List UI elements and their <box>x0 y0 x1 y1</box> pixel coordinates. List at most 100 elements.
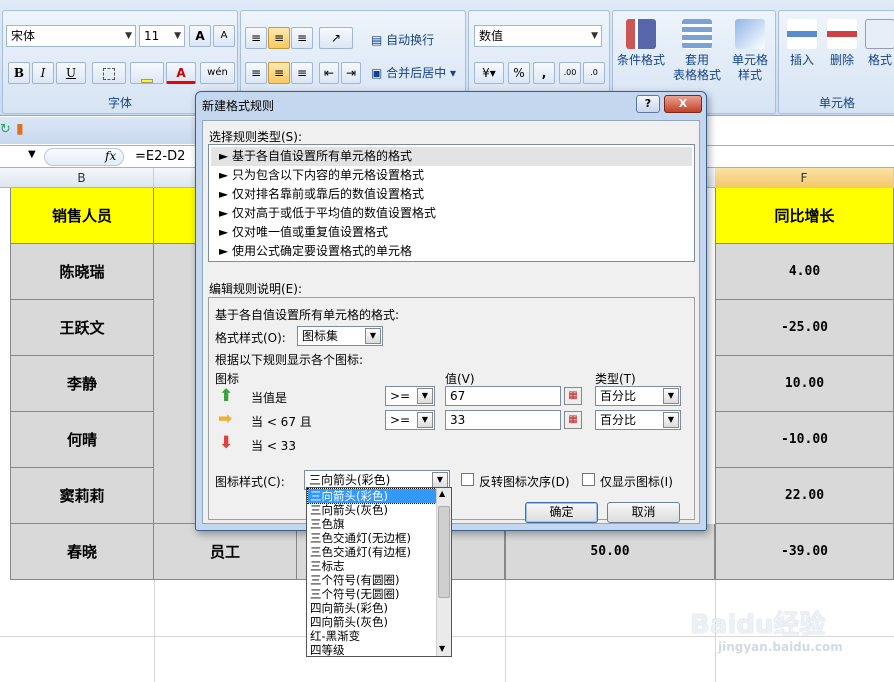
scroll-up-icon[interactable]: ▲ <box>439 489 445 498</box>
reverse-order-checkbox[interactable] <box>461 473 474 486</box>
ok-button[interactable]: 确定 <box>525 502 598 523</box>
grid-line <box>154 580 155 682</box>
list-item[interactable]: ► 仅对高于或低于平均值的数值设置格式 <box>211 204 692 223</box>
show-icon-only-checkbox[interactable] <box>582 473 595 486</box>
conditional-format-button[interactable]: 条件格式 <box>615 19 667 68</box>
wrap-text-button[interactable]: ▤ 自动换行 <box>371 31 434 48</box>
growth-cell[interactable]: 4.00 <box>715 244 894 300</box>
list-item[interactable]: 四等级 <box>308 643 436 656</box>
format-style-dropdown[interactable]: 图标集 ▼ <box>297 326 383 346</box>
list-item[interactable]: 三色旗 <box>308 517 436 531</box>
align-bottom-button[interactable]: ≡ <box>291 27 313 49</box>
list-item[interactable]: 三个符号(无圆圈) <box>308 587 436 601</box>
italic-button[interactable]: I <box>32 62 54 84</box>
border-button[interactable] <box>92 62 126 84</box>
underline-button[interactable]: U <box>56 62 86 84</box>
align-top-button[interactable]: ≡ <box>245 27 267 49</box>
rule1-type-dropdown[interactable]: 百分比 ▼ <box>595 386 681 406</box>
list-item[interactable]: ► 使用公式确定要设置格式的单元格 <box>211 242 692 261</box>
icon-style-listbox[interactable]: 三向箭头(彩色) 三向箭头(灰色) 三色旗 三色交通灯(无边框) 三色交通灯(有… <box>306 487 452 657</box>
fx-button[interactable]: fx <box>105 149 116 163</box>
rule1-value-input[interactable]: 67 <box>445 386 561 406</box>
rule2-operator-dropdown[interactable]: >= ▼ <box>385 410 435 430</box>
format-as-table-button[interactable]: 套用 表格格式 <box>669 19 725 83</box>
conditional-format-icon <box>626 19 656 49</box>
name-cell[interactable]: 窦莉莉 <box>10 468 154 524</box>
rule1-operator-dropdown[interactable]: >= ▼ <box>385 386 435 406</box>
scroll-down-icon[interactable]: ▼ <box>439 644 445 653</box>
decrease-decimal-button[interactable]: .0 <box>583 62 605 84</box>
fill-color-button[interactable] <box>130 62 164 84</box>
cancel-button[interactable]: 取消 <box>607 502 680 523</box>
list-item[interactable]: 三标志 <box>308 559 436 573</box>
growth-cell[interactable]: -39.00 <box>715 524 894 580</box>
list-item[interactable]: ► 仅对排名靠前或靠后的数值设置格式 <box>211 185 692 204</box>
range-picker-icon[interactable]: ▦ <box>564 411 582 429</box>
increase-decimal-button[interactable]: .00 <box>559 62 581 84</box>
close-button[interactable]: X <box>664 95 702 113</box>
name-cell[interactable]: 陈晓瑞 <box>10 244 154 300</box>
formula-input[interactable]: =E2-D2 <box>135 149 185 164</box>
font-name-combo[interactable]: 宋体 ▼ <box>6 25 136 47</box>
scroll-thumb[interactable] <box>438 506 450 598</box>
role-cell[interactable]: 员工 <box>154 524 297 580</box>
list-item[interactable]: 三色交通灯(有边框) <box>308 545 436 559</box>
currency-button[interactable]: ¥▾ <box>474 62 504 84</box>
comma-button[interactable]: , <box>533 62 555 84</box>
align-center-button[interactable]: ≡ <box>268 62 290 84</box>
list-item[interactable]: ► 只为包含以下内容的单元格设置格式 <box>211 166 692 185</box>
list-item[interactable]: 三向箭头(灰色) <box>308 503 436 517</box>
growth-cell[interactable]: -25.00 <box>715 300 894 356</box>
refresh-icon[interactable]: ↻ <box>0 122 11 137</box>
list-item[interactable]: ► 基于各自值设置所有单元格的格式 <box>211 147 692 166</box>
rule2-type-dropdown[interactable]: 百分比 ▼ <box>595 410 681 430</box>
list-item[interactable]: 三个符号(有圆圈) <box>308 573 436 587</box>
font-color-button[interactable]: A <box>166 62 196 84</box>
merge-center-button[interactable]: ▣ 合并后居中 ▾ <box>371 64 456 81</box>
list-item[interactable]: 四向箭头(彩色) <box>308 601 436 615</box>
bold-button[interactable]: B <box>8 62 30 84</box>
align-left-button[interactable]: ≡ <box>245 62 267 84</box>
growth-cell[interactable]: 22.00 <box>715 468 894 524</box>
e-value-cell[interactable]: 50.00 <box>505 524 715 580</box>
name-box-dropdown[interactable]: ▼ <box>28 149 36 160</box>
listbox-scrollbar[interactable]: ▲ ▼ <box>436 488 451 656</box>
growth-cell[interactable]: 10.00 <box>715 356 894 412</box>
column-header-f[interactable]: F <box>715 168 894 188</box>
percent-button[interactable]: % <box>508 62 530 84</box>
chevron-down-icon: ▼ <box>365 328 381 344</box>
name-cell[interactable]: 李静 <box>10 356 154 412</box>
name-cell[interactable]: 王跃文 <box>10 300 154 356</box>
help-button[interactable]: ? <box>636 95 660 113</box>
orientation-button[interactable]: ↗ <box>319 27 353 49</box>
chart-icon[interactable]: ▮ <box>16 121 24 137</box>
list-item[interactable]: ► 仅对唯一值或重复值设置格式 <box>211 223 692 242</box>
list-item[interactable]: 红-黑渐变 <box>308 629 436 643</box>
font-size-combo[interactable]: 11 ▼ <box>139 25 185 47</box>
range-picker-icon[interactable]: ▦ <box>564 387 582 405</box>
rule-type-list[interactable]: ► 基于各自值设置所有单元格的格式 ► 只为包含以下内容的单元格设置格式 ► 仅… <box>208 144 695 262</box>
shrink-font-button[interactable]: A <box>213 25 235 47</box>
column-header-b[interactable]: B <box>10 168 154 188</box>
header-cell-salesperson[interactable]: 销售人员 <box>10 188 154 244</box>
list-item[interactable]: 三色交通灯(无边框) <box>308 531 436 545</box>
name-cell[interactable]: 春晓 <box>10 524 154 580</box>
insert-button[interactable]: 插入 <box>783 19 821 68</box>
rule2-value-input[interactable]: 33 <box>445 410 561 430</box>
number-format-combo[interactable]: 数值 ▼ <box>474 25 602 47</box>
header-cell-growth[interactable]: 同比增长 <box>715 188 894 244</box>
list-item[interactable]: 三向箭头(彩色) <box>307 488 437 504</box>
increase-indent-button[interactable]: ⇥ <box>341 62 361 84</box>
format-button[interactable]: 格式 <box>865 19 894 68</box>
decrease-indent-button[interactable]: ⇤ <box>319 62 339 84</box>
phonetic-button[interactable]: wén <box>200 62 235 84</box>
delete-button[interactable]: 删除 <box>823 19 861 68</box>
growth-cell[interactable]: -10.00 <box>715 412 894 468</box>
align-middle-button[interactable]: ≡ <box>268 27 290 49</box>
align-right-button[interactable]: ≡ <box>291 62 313 84</box>
name-cell[interactable]: 何晴 <box>10 412 154 468</box>
table-format-label-1: 套用 <box>684 53 709 67</box>
grow-font-button[interactable]: A <box>189 25 211 47</box>
cell-styles-button[interactable]: 单元格 样式 <box>725 19 775 83</box>
list-item[interactable]: 四向箭头(灰色) <box>308 615 436 629</box>
